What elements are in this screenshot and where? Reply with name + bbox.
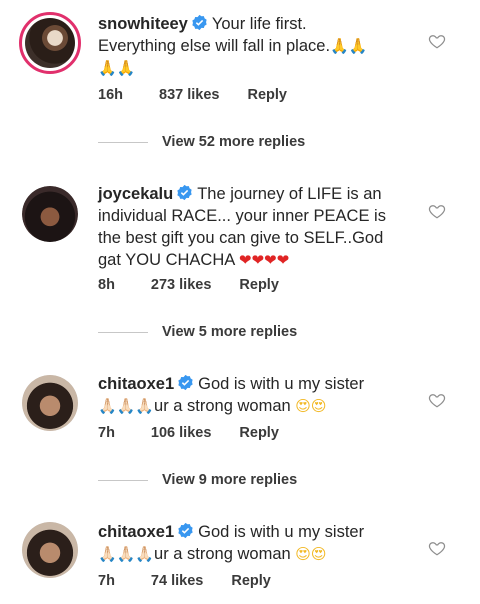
divider <box>98 331 148 333</box>
heart-outline-icon[interactable] <box>428 202 446 220</box>
heart-outline-icon[interactable] <box>428 32 446 50</box>
comment-line: Everything else will fall in place. <box>98 37 331 55</box>
reply-button[interactable]: Reply <box>247 87 287 103</box>
username[interactable]: chitaoxe1 <box>98 375 174 393</box>
timestamp: 7h <box>98 573 115 589</box>
comment-line: God is with u my sister <box>198 375 365 393</box>
verified-badge-icon <box>192 14 207 31</box>
heart-outline-icon[interactable] <box>428 539 446 557</box>
comment-line: Your life first. <box>211 15 307 33</box>
comment-line: The journey of LIFE is an <box>197 185 382 203</box>
comment-line: God is with u my sister <box>198 523 365 541</box>
avatar[interactable] <box>22 522 78 578</box>
comment-line: ur a strong woman <box>154 545 291 563</box>
heart-eyes-emoji: 😍😍 <box>295 397 327 415</box>
username[interactable]: chitaoxe1 <box>98 523 174 541</box>
comment-text: chitaoxe1 God is with u my sister 🙏🏻🙏🏻🙏🏻u… <box>98 373 416 417</box>
comment-meta: 7h 74 likes Reply <box>98 573 299 589</box>
comment-meta: 16h 837 likes Reply <box>98 87 315 103</box>
comment-text: chitaoxe1 God is with u my sister 🙏🏻🙏🏻🙏🏻u… <box>98 521 416 565</box>
view-replies-button[interactable]: View 5 more replies <box>98 324 297 344</box>
verified-badge-icon <box>177 184 192 201</box>
comment-line: the best gift you can give to SELF..God <box>98 229 384 247</box>
timestamp: 7h <box>98 425 115 441</box>
reply-button[interactable]: Reply <box>239 277 279 293</box>
avatar[interactable] <box>19 12 81 74</box>
pray-emoji: 🙏🙏 <box>98 59 136 77</box>
comment-text: joycekalu The journey of LIFE is an indiv… <box>98 183 416 271</box>
heart-emoji: ❤❤❤❤ <box>238 251 290 269</box>
heart-eyes-emoji: 😍😍 <box>295 545 327 563</box>
comment-text: snowhiteey Your life first. Everything el… <box>98 13 416 79</box>
likes-count[interactable]: 837 likes <box>159 87 219 103</box>
timestamp: 8h <box>98 277 115 293</box>
reply-button[interactable]: Reply <box>231 573 271 589</box>
view-replies-button[interactable]: View 52 more replies <box>98 134 305 154</box>
pray-emoji: 🙏🏻🙏🏻🙏🏻 <box>98 397 155 415</box>
comment-line: gat YOU CHACHA <box>98 251 235 269</box>
comment-line: ur a strong woman <box>154 397 291 415</box>
likes-count[interactable]: 273 likes <box>151 277 211 293</box>
timestamp: 16h <box>98 87 123 103</box>
divider <box>98 141 148 143</box>
likes-count[interactable]: 74 likes <box>151 573 203 589</box>
likes-count[interactable]: 106 likes <box>151 425 211 441</box>
username[interactable]: snowhiteey <box>98 15 188 33</box>
verified-badge-icon <box>178 374 193 391</box>
comment-meta: 8h 273 likes Reply <box>98 277 307 293</box>
comment-line: individual RACE... your inner PEACE is <box>98 207 386 225</box>
username[interactable]: joycekalu <box>98 185 173 203</box>
pray-emoji: 🙏🙏 <box>330 37 368 55</box>
avatar[interactable] <box>22 186 78 242</box>
view-replies-button[interactable]: View 9 more replies <box>98 472 297 492</box>
reply-button[interactable]: Reply <box>239 425 279 441</box>
heart-outline-icon[interactable] <box>428 391 446 409</box>
divider <box>98 479 148 481</box>
avatar[interactable] <box>22 375 78 431</box>
pray-emoji: 🙏🏻🙏🏻🙏🏻 <box>98 545 155 563</box>
comment-meta: 7h 106 likes Reply <box>98 425 307 441</box>
verified-badge-icon <box>178 522 193 539</box>
